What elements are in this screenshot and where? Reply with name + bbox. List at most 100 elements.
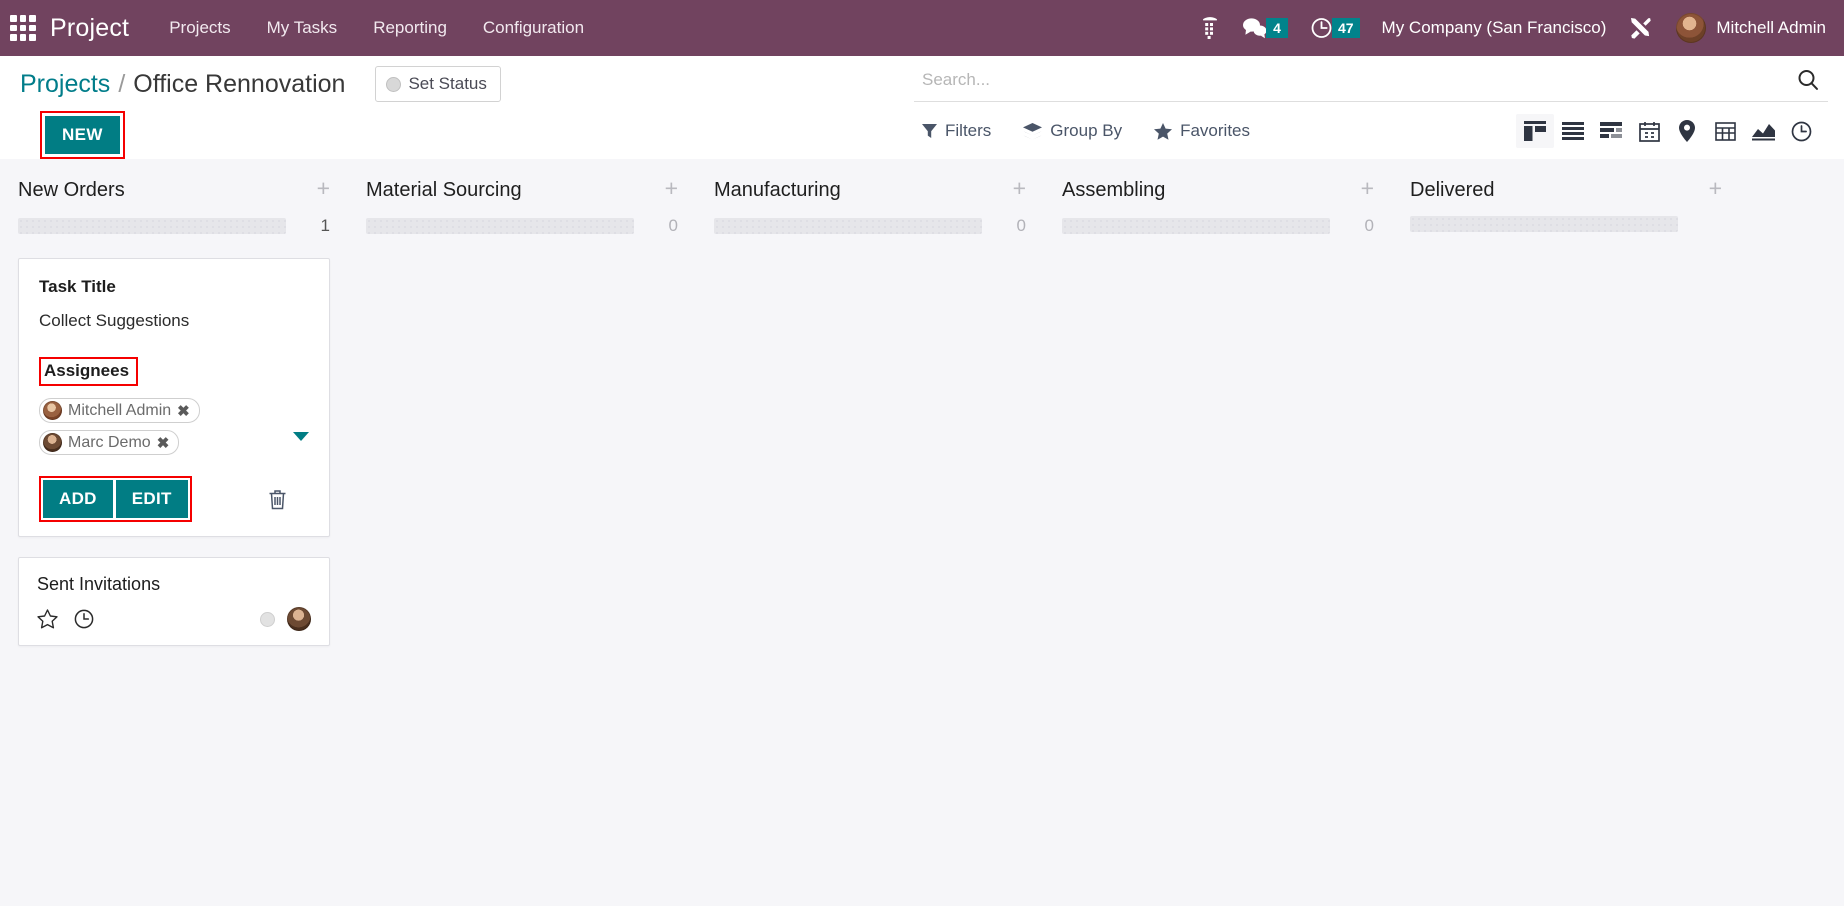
chevron-down-icon[interactable]: [293, 432, 309, 441]
add-edit-buttons-highlight: ADD EDIT: [39, 476, 192, 522]
new-button[interactable]: NEW: [45, 116, 120, 154]
filters-button[interactable]: Filters: [922, 121, 991, 141]
kanban-state-circle-icon[interactable]: [260, 611, 275, 627]
clock-icon[interactable]: [74, 609, 94, 629]
top-navbar: Project Projects My Tasks Reporting Conf…: [0, 0, 1844, 56]
column-progressbar-row: 1: [18, 216, 330, 236]
menu-item-projects[interactable]: Projects: [169, 18, 230, 38]
new-button-highlight: NEW: [40, 111, 125, 159]
assignee-avatar[interactable]: [287, 607, 311, 631]
remove-tag-icon[interactable]: ✖: [157, 434, 170, 452]
search-icon[interactable]: [1796, 68, 1820, 92]
task-title-value[interactable]: Collect Suggestions: [39, 311, 309, 331]
messages-count-badge: 4: [1265, 18, 1288, 38]
column-header: Delivered +: [1410, 177, 1722, 202]
plus-icon[interactable]: +: [665, 177, 678, 200]
add-button[interactable]: ADD: [43, 480, 113, 518]
group-by-label: Group By: [1050, 121, 1123, 140]
task-title-label: Task Title: [39, 277, 116, 296]
company-switcher[interactable]: My Company (San Francisco): [1382, 18, 1607, 38]
breadcrumb-separator: /: [118, 69, 126, 98]
main-menu: Projects My Tasks Reporting Configuratio…: [169, 18, 584, 38]
column-progressbar[interactable]: [366, 218, 634, 234]
column-header: Manufacturing +: [714, 177, 1026, 202]
breadcrumb-parent[interactable]: Projects: [20, 70, 110, 99]
card-action-row: ADD EDIT: [39, 476, 309, 522]
assignees-label-highlight: Assignees: [39, 357, 139, 386]
column-title[interactable]: New Orders: [18, 179, 125, 202]
activities-systray[interactable]: 47: [1310, 16, 1360, 40]
user-menu[interactable]: Mitchell Admin: [1676, 13, 1826, 43]
task-card[interactable]: Sent Invitations: [18, 557, 330, 646]
column-title[interactable]: Material Sourcing: [366, 179, 522, 202]
pivot-view-button[interactable]: [1706, 114, 1744, 148]
kanban-view-button[interactable]: [1516, 114, 1554, 148]
menu-item-reporting[interactable]: Reporting: [373, 18, 447, 38]
menu-item-configuration[interactable]: Configuration: [483, 18, 584, 38]
column-title[interactable]: Delivered: [1410, 179, 1494, 202]
plus-icon[interactable]: +: [317, 177, 330, 200]
assignee-tag[interactable]: Mitchell Admin ✖: [39, 398, 200, 423]
column-count: 0: [1016, 216, 1026, 235]
timesheet-view-button[interactable]: [1782, 114, 1820, 148]
list-view-button[interactable]: [1554, 114, 1592, 148]
graph-view-button[interactable]: [1744, 114, 1782, 148]
plus-icon[interactable]: +: [1013, 177, 1026, 200]
column-progressbar[interactable]: [18, 218, 286, 234]
column-progressbar-row: 0: [1062, 216, 1374, 236]
column-progressbar-row: 0: [366, 216, 678, 236]
messages-systray[interactable]: 4: [1242, 17, 1288, 39]
task-card-title: Sent Invitations: [37, 574, 161, 594]
kanban-column-manufacturing: Manufacturing + 0: [696, 177, 1044, 236]
kanban-column-delivered: Delivered +: [1392, 177, 1740, 232]
pivot-table-icon: [1714, 121, 1736, 141]
tools-icon[interactable]: [1628, 15, 1654, 41]
map-view-button[interactable]: [1668, 114, 1706, 148]
user-avatar: [1676, 13, 1707, 43]
user-name-label: Mitchell Admin: [1716, 18, 1826, 37]
search-input[interactable]: [922, 70, 1796, 90]
remove-tag-icon[interactable]: ✖: [177, 402, 190, 420]
task-card-right: [260, 607, 311, 631]
activity-view-button[interactable]: [1592, 114, 1630, 148]
kanban-icon: [1524, 121, 1546, 141]
breadcrumb: Projects / Office Rennovation Set Status: [20, 66, 700, 102]
assignee-name: Marc Demo: [68, 433, 151, 451]
kanban-column-new-orders: New Orders + 1 Task Title Collect Sugges…: [0, 177, 348, 666]
control-panel: Projects / Office Rennovation Set Status…: [0, 56, 1844, 159]
task-quick-edit-card: Task Title Collect Suggestions Assignees…: [18, 258, 330, 537]
apps-grid-icon[interactable]: [10, 15, 36, 41]
phone-dialpad-icon[interactable]: [1200, 17, 1220, 39]
edit-button[interactable]: EDIT: [115, 480, 188, 518]
kanban-column-assembling: Assembling + 0: [1044, 177, 1392, 236]
search-row: [914, 68, 1828, 102]
column-progressbar[interactable]: [1410, 216, 1678, 232]
column-header: Material Sourcing +: [366, 177, 678, 202]
map-pin-icon: [1679, 120, 1695, 142]
set-status-button[interactable]: Set Status: [375, 66, 501, 102]
app-brand-title[interactable]: Project: [50, 14, 129, 43]
plus-icon[interactable]: +: [1709, 177, 1722, 200]
navbar-systray: 4 47 My Company (San Francisco) Mitchell…: [1200, 13, 1826, 43]
graph-icon: [1751, 123, 1775, 140]
assignee-tag-list: Mitchell Admin ✖ Marc Demo ✖: [39, 398, 293, 462]
calendar-view-button[interactable]: [1630, 114, 1668, 148]
column-progressbar-row: [1410, 216, 1722, 232]
group-by-button[interactable]: Group By: [1023, 121, 1122, 141]
column-progressbar[interactable]: [1062, 218, 1330, 234]
plus-icon[interactable]: +: [1361, 177, 1374, 200]
funnel-icon: [922, 124, 937, 138]
favorites-button[interactable]: Favorites: [1154, 121, 1250, 141]
breadcrumb-area: Projects / Office Rennovation Set Status…: [0, 66, 700, 159]
clock-icon: [1791, 121, 1811, 141]
trash-icon[interactable]: [268, 489, 287, 510]
column-title[interactable]: Manufacturing: [714, 179, 841, 202]
assignee-avatar: [43, 401, 62, 420]
menu-item-my-tasks[interactable]: My Tasks: [267, 18, 338, 38]
star-outline-icon[interactable]: [37, 609, 58, 629]
list-icon: [1562, 122, 1584, 140]
column-cards: Task Title Collect Suggestions Assignees…: [18, 258, 330, 646]
column-title[interactable]: Assembling: [1062, 179, 1165, 202]
assignee-tag[interactable]: Marc Demo ✖: [39, 430, 180, 455]
column-progressbar[interactable]: [714, 218, 982, 234]
